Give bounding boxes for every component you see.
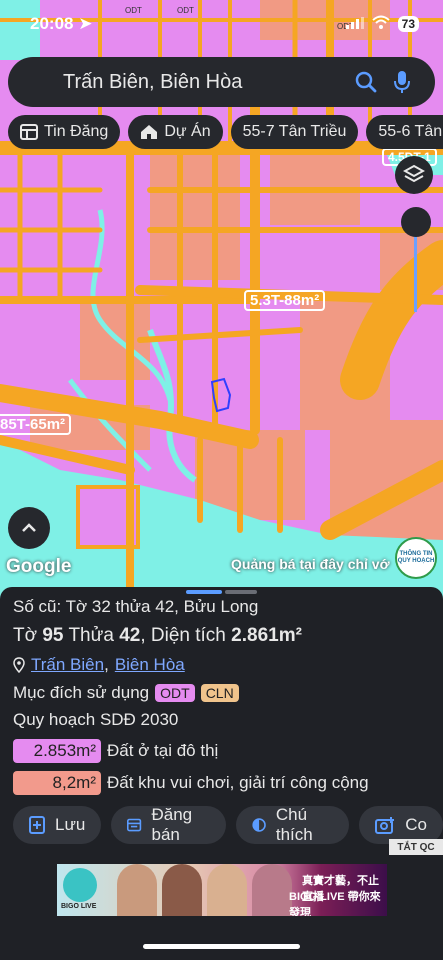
ad-brand: BIGO LIVE [61,903,97,910]
add-photo-icon [375,817,395,834]
ad-subline: BIGO LIVE 帶你來發現 [289,891,381,916]
microphone-icon[interactable] [387,67,417,97]
layers-button[interactable] [395,156,433,194]
land-use-purpose: Mục đích sử dụng ODT CLN [13,683,239,703]
legend-button[interactable]: Chú thích [235,805,350,844]
planning-info-badge[interactable]: THÔNG TIN QUY HOẠCH [395,537,437,579]
ad-person-image [117,864,157,916]
layers-icon [403,164,425,183]
opacity-slider-knob[interactable] [401,207,431,237]
signal-icon [345,14,364,34]
chip-tan-trieu-7[interactable]: 55-7 Tân Triều [230,115,359,149]
app-root: 5.3T-88m² 85T-65m² 4.5DT-1 ODT ODT ODT 2… [0,0,443,960]
parcel-info-panel[interactable]: Số cũ: Tờ 32 thửa 42, Bửu Long Tờ 95 Thử… [0,587,443,960]
ward-link[interactable]: Trấn Biên [31,655,104,675]
post-sale-button[interactable]: Đăng bán [111,805,226,844]
chip-tan-trieu-6[interactable]: 55-6 Tân Tr [366,115,443,149]
clock: 20:08 ➤ [30,14,93,33]
badge-line: QUY HOẠCH [397,558,435,564]
purpose-tag-odt[interactable]: ODT [155,684,195,702]
chip-tin-dang[interactable]: Tin Đăng [8,115,121,149]
close-ad-button[interactable]: TẮT QC [389,839,443,855]
ad-person-image [252,864,292,916]
planning-area-row: 8,2m² Đất khu vui chơi, giải trí công cộ… [13,771,369,795]
area-value: 2.853m² [13,739,101,763]
chip-label: 55-7 Tân Triều [242,123,347,140]
area-description: Đất khu vui chơi, giải trí công cộng [107,773,369,792]
parcel-summary: Tờ 95 Thửa 42, Diện tích 2.861m² [13,625,302,646]
planning-area-row: 2.853m² Đất ở tại đô thị [13,739,218,763]
post-sale-icon [127,818,142,832]
chip-label: 55-6 Tân Tr [378,123,443,140]
search-bar[interactable]: Trấn Biên, Biên Hòa [8,57,435,107]
promo-text[interactable]: Quảng bá tại đây chỉ vớ [231,556,390,572]
search-icon[interactable] [351,67,381,97]
old-parcel-ref: Số cũ: Tờ 32 thửa 42, Bửu Long [13,597,259,616]
area-description: Đất ở tại đô thị [107,741,219,760]
search-input[interactable]: Trấn Biên, Biên Hòa [63,71,345,94]
city-link[interactable]: Biên Hòa [115,655,185,675]
purpose-tag-cln[interactable]: CLN [200,684,239,702]
location-arrow-icon: ➤ [78,14,93,33]
parcel-location: Trấn Biên, Biên Hòa [13,655,185,675]
home-indicator[interactable] [143,944,300,949]
filter-chips: Tin Đăng Dự Án 55-7 Tân Triều 55-6 Tân T… [8,115,443,149]
google-logo: Google [6,556,72,577]
wifi-icon [371,14,390,34]
bigo-logo-icon [63,868,97,902]
location-pin-icon [13,657,25,673]
ad-banner[interactable]: BIGO LIVE 真實才藝，不止直播 BIGO LIVE 帶你來發現 [57,864,387,916]
battery-indicator: 73 [397,16,419,32]
ad-person-image [162,864,202,916]
expand-panel-button[interactable] [8,507,50,549]
action-buttons: Lưu Đăng bán Chú thích Co [13,805,443,844]
planning-title: Quy hoạch SDĐ 2030 [13,710,179,729]
map-plot-label: 85T-65m² [0,414,72,435]
listing-icon [20,124,38,140]
legend-icon [252,818,266,832]
badge-line: THÔNG TIN [399,551,433,557]
save-button[interactable]: Lưu [13,806,102,844]
chip-du-an[interactable]: Dự Án [128,115,223,149]
chip-label: Dự Án [164,123,211,140]
chevron-up-icon [22,523,36,532]
project-home-icon [141,125,158,139]
bookmark-add-icon [29,816,45,834]
area-value: 8,2m² [13,771,101,795]
map-plot-label: 5.3T-88m² [244,290,326,311]
ad-person-image [207,864,247,916]
panel-drag-handle[interactable] [186,590,257,594]
chip-label: Tin Đăng [44,123,109,140]
status-bar: 20:08 ➤ 73 [0,0,443,48]
